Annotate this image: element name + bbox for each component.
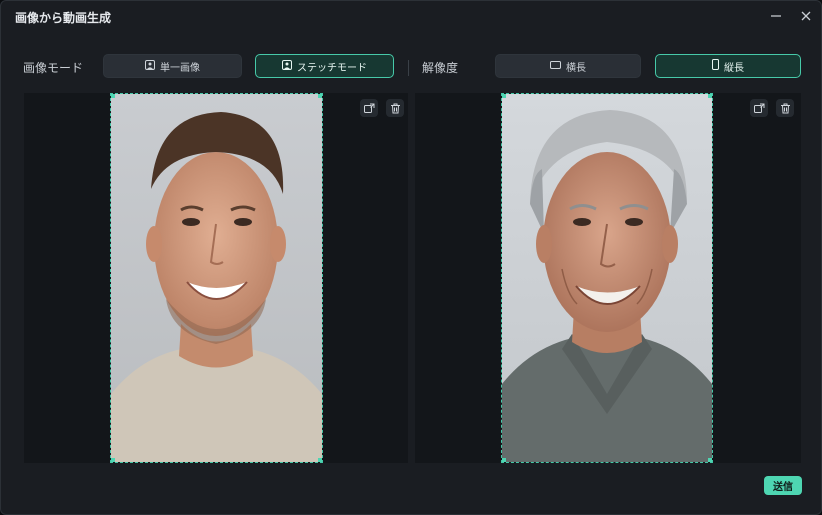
portrait-button[interactable]: 縦長 [655, 54, 801, 78]
trash-icon[interactable] [386, 99, 404, 117]
young-man-photo[interactable] [110, 93, 323, 463]
submit-button[interactable]: 送信 [764, 476, 802, 495]
person-image-icon [145, 59, 155, 73]
crop-handle-bottom-left[interactable] [111, 458, 115, 462]
resolution-label: 解像度 [422, 61, 459, 75]
dialog-title: 画像から動画生成 [15, 11, 112, 25]
submit-label: 送信 [773, 482, 793, 493]
crop-handle-top-left[interactable] [502, 94, 506, 98]
crop-handle-top-right[interactable] [708, 94, 712, 98]
stitch-mode-label: ステッチモード [297, 62, 367, 74]
minimize-icon[interactable] [768, 8, 784, 24]
image-mode-label: 画像モード [23, 61, 84, 75]
crop-handle-bottom-right[interactable] [318, 458, 322, 462]
image-panel-2 [415, 93, 801, 463]
title-bar: 画像から動画生成 [1, 1, 821, 31]
replace-icon[interactable] [360, 99, 378, 117]
image-panel-1 [24, 93, 408, 463]
portrait-label: 縦長 [724, 62, 744, 74]
crop-handle-bottom-left[interactable] [502, 458, 506, 462]
replace-icon[interactable] [750, 99, 768, 117]
crop-handle-top-right[interactable] [318, 94, 322, 98]
crop-handle-bottom-right[interactable] [708, 458, 712, 462]
landscape-label: 横長 [566, 62, 586, 74]
toolbar-divider [408, 60, 409, 76]
stitch-mode-button[interactable]: ステッチモード [255, 54, 394, 78]
landscape-icon [550, 60, 561, 72]
single-image-mode-button[interactable]: 単一画像 [103, 54, 242, 78]
portrait-icon [712, 59, 719, 73]
crop-handle-top-left[interactable] [111, 94, 115, 98]
older-man-photo[interactable] [501, 93, 713, 463]
landscape-button[interactable]: 横長 [495, 54, 641, 78]
person-image-icon [282, 59, 292, 73]
image-to-video-dialog: 画像から動画生成 画像モード 単一画像 ステッチモード 解像度 横長 縦長 送信 [0, 0, 822, 515]
close-icon[interactable] [798, 8, 814, 24]
single-image-mode-label: 単一画像 [160, 62, 200, 74]
trash-icon[interactable] [776, 99, 794, 117]
